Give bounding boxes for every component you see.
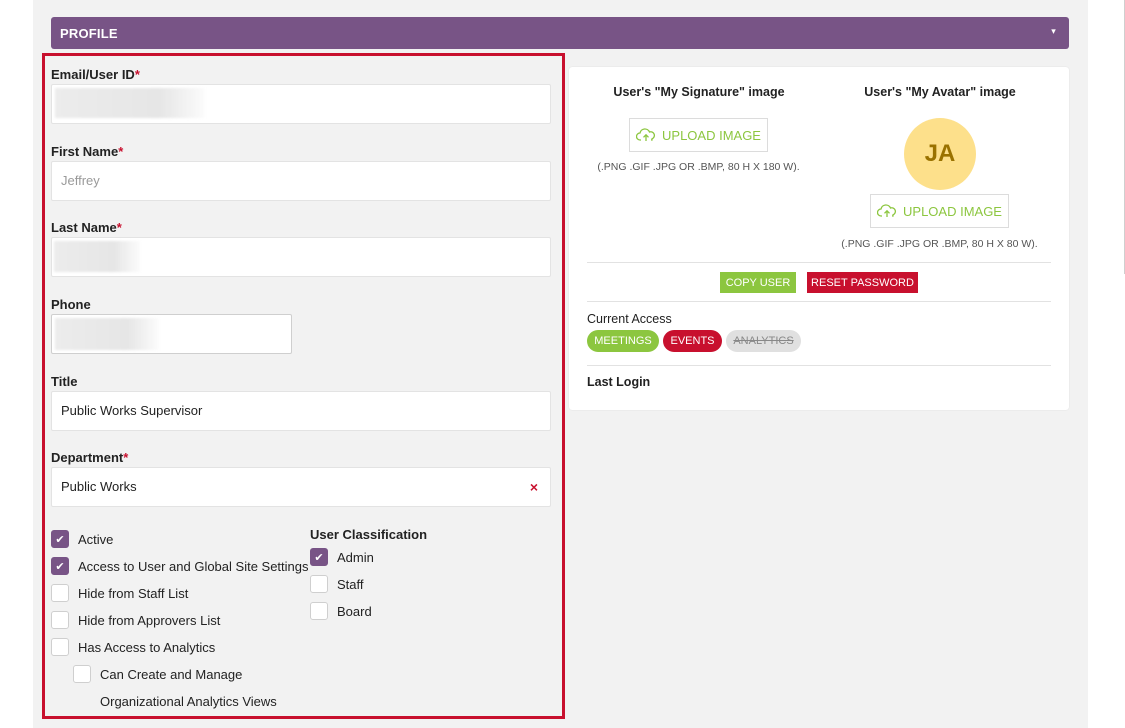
phone-label: Phone bbox=[51, 297, 91, 312]
checkmark-icon[interactable]: ✔ bbox=[51, 557, 69, 575]
checkbox-hide-approvers[interactable]: Hide from Approvers List bbox=[51, 609, 220, 631]
signature-format-hint: (.PNG .GIF .JPG OR .BMP, 80 H X 180 W). bbox=[597, 161, 800, 173]
clear-icon[interactable]: × bbox=[530, 479, 538, 495]
last-login-label: Last Login bbox=[587, 375, 651, 389]
department-label: Department* bbox=[51, 450, 129, 465]
title-label: Title bbox=[51, 374, 78, 389]
avatar-format-hint: (.PNG .GIF .JPG OR .BMP, 80 H X 80 W). bbox=[841, 238, 1038, 250]
divider bbox=[587, 301, 1051, 302]
checkbox-manage-analytics-label-cont: Organizational Analytics Views bbox=[100, 693, 277, 709]
classification-admin[interactable]: ✔ Admin bbox=[310, 546, 374, 568]
last-name-label: Last Name* bbox=[51, 220, 122, 235]
cloud-upload-icon bbox=[877, 204, 897, 217]
access-pill-events[interactable]: EVENTS bbox=[663, 330, 722, 352]
email-label: Email/User ID* bbox=[51, 67, 140, 82]
user-classification-label: User Classification bbox=[310, 527, 428, 542]
title-field[interactable]: Public Works Supervisor bbox=[51, 391, 551, 431]
avatar: JA bbox=[904, 118, 976, 190]
classification-staff[interactable]: Staff bbox=[310, 573, 364, 595]
checkbox-box[interactable] bbox=[51, 638, 69, 656]
upload-avatar-button[interactable]: UPLOAD IMAGE bbox=[870, 194, 1009, 228]
department-value: Public Works bbox=[61, 479, 137, 494]
avatar-title: User's "My Avatar" image bbox=[864, 85, 1016, 99]
checkbox-box[interactable] bbox=[310, 575, 328, 593]
chevron-down-icon[interactable]: ▾ bbox=[1051, 26, 1056, 37]
redacted-value bbox=[54, 241, 140, 272]
checkbox-manage-analytics[interactable]: Can Create and Manage bbox=[73, 663, 242, 685]
access-pill-meetings[interactable]: MEETINGS bbox=[587, 330, 659, 352]
upload-signature-button[interactable]: UPLOAD IMAGE bbox=[629, 118, 768, 152]
checkbox-box[interactable] bbox=[51, 611, 69, 629]
checkmark-icon[interactable]: ✔ bbox=[310, 548, 328, 566]
divider bbox=[587, 365, 1051, 366]
access-pill-analytics[interactable]: ANALYTICS bbox=[726, 330, 801, 352]
checkmark-icon[interactable]: ✔ bbox=[51, 530, 69, 548]
first-name-field[interactable]: Jeffrey bbox=[51, 161, 551, 201]
signature-title: User's "My Signature" image bbox=[613, 85, 785, 99]
redacted-value bbox=[55, 318, 159, 350]
profile-header-title: PROFILE bbox=[60, 26, 118, 41]
department-select[interactable]: Public Works × bbox=[51, 467, 551, 507]
copy-user-button[interactable]: COPY USER bbox=[720, 272, 796, 293]
checkbox-box[interactable] bbox=[51, 584, 69, 602]
checkbox-analytics-access[interactable]: Has Access to Analytics bbox=[51, 636, 215, 658]
divider bbox=[587, 262, 1051, 263]
cloud-upload-icon bbox=[636, 128, 656, 141]
checkbox-global-settings[interactable]: ✔ Access to User and Global Site Setting… bbox=[51, 555, 309, 577]
reset-password-button[interactable]: RESET PASSWORD bbox=[807, 272, 918, 293]
current-access-label: Current Access bbox=[587, 312, 672, 326]
profile-section-header[interactable]: PROFILE ▾ bbox=[51, 17, 1069, 49]
redacted-value bbox=[55, 88, 205, 118]
checkbox-active[interactable]: ✔ Active bbox=[51, 528, 113, 550]
classification-board[interactable]: Board bbox=[310, 600, 372, 622]
first-name-label: First Name* bbox=[51, 144, 124, 159]
checkbox-box[interactable] bbox=[310, 602, 328, 620]
checkbox-hide-staff[interactable]: Hide from Staff List bbox=[51, 582, 188, 604]
checkbox-box[interactable] bbox=[73, 665, 91, 683]
